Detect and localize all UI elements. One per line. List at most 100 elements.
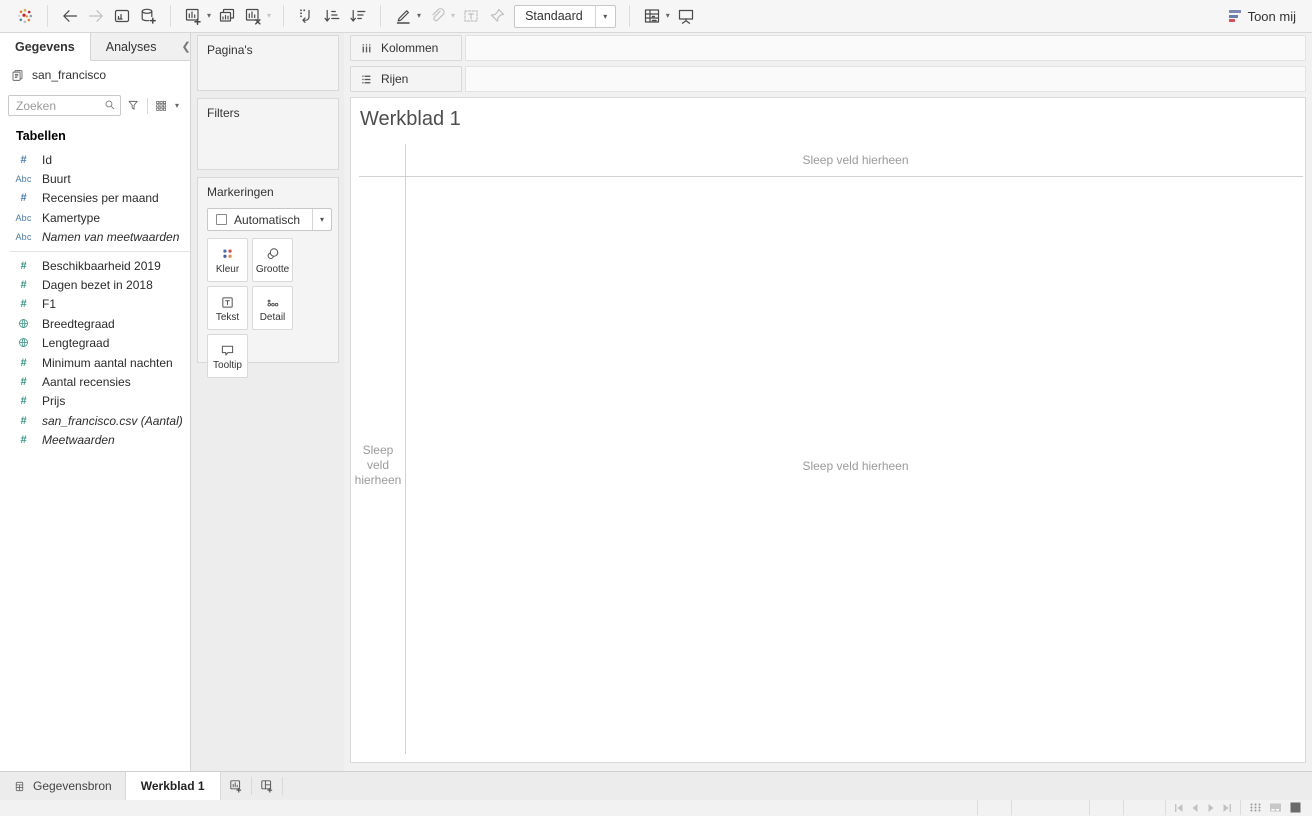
show-me-panel-button[interactable]	[639, 3, 665, 29]
marks-grootte-button[interactable]: Grootte	[252, 238, 293, 282]
filters-label: Filters	[207, 106, 240, 120]
columns-label-text: Kolommen	[381, 41, 439, 55]
group-members-caret-icon[interactable]: ▾	[451, 12, 455, 20]
clear-sheet-button[interactable]	[240, 3, 266, 29]
show-mark-labels-button[interactable]	[458, 3, 484, 29]
field-label: Minimum aantal nachten	[42, 355, 173, 370]
pages-label: Pagina's	[207, 43, 253, 57]
last-page-button[interactable]	[1222, 803, 1232, 813]
clear-sheet-caret-icon[interactable]: ▾	[267, 12, 271, 20]
field-label: Meetwaarden	[42, 433, 115, 448]
text-field-icon: Abc	[15, 174, 32, 185]
mark-type-caret-icon[interactable]: ▾	[312, 209, 331, 230]
duplicate-sheet-button[interactable]	[214, 3, 240, 29]
field-minimum-aantal-nachten[interactable]: # Minimum aantal nachten	[0, 353, 190, 372]
highlight-button[interactable]	[390, 3, 416, 29]
tab-analyses[interactable]: Analyses	[91, 33, 172, 60]
rows-shelf-dropzone[interactable]	[465, 66, 1306, 92]
search-row: ▾	[8, 95, 182, 116]
field-lengtegraad[interactable]: Lengtegraad	[0, 334, 190, 353]
tekst-icon	[219, 294, 236, 311]
new-worksheet-tab-button[interactable]	[221, 772, 251, 800]
columns-shelf[interactable]: Kolommen	[350, 35, 1306, 61]
kleur-icon	[219, 246, 236, 263]
new-dashboard-tab-button[interactable]	[252, 772, 282, 800]
view-options-caret-icon[interactable]: ▾	[175, 101, 179, 110]
sort-descending-button[interactable]	[345, 3, 371, 29]
sort-ascending-button[interactable]	[319, 3, 345, 29]
field-san-francisco-csv-aantal[interactable]: # san_francisco.csv (Aantal)	[0, 411, 190, 430]
field-buurt[interactable]: Abc Buurt	[0, 169, 190, 188]
show-me-bars-icon	[1228, 10, 1241, 22]
swap-icon	[296, 6, 316, 26]
fit-dropdown[interactable]: Standaard ▾	[514, 4, 616, 28]
previous-page-button[interactable]	[1190, 803, 1200, 813]
rows-shelf[interactable]: Rijen	[350, 66, 1306, 92]
mark-type-shape-icon	[216, 214, 227, 225]
field-label: Buurt	[42, 172, 71, 187]
fix-axes-button[interactable]	[484, 3, 510, 29]
mark-type-value: Automatisch	[234, 212, 301, 227]
marks-tekst-button[interactable]: Tekst	[207, 286, 248, 330]
field-prijs[interactable]: # Prijs	[0, 392, 190, 411]
tab-gegevens[interactable]: Gegevens	[0, 33, 91, 61]
pages-shelf[interactable]: Pagina's	[197, 35, 339, 91]
rows-dropzone-hint[interactable]: Sleep veld hierheen	[351, 177, 405, 754]
tableau-logo-button[interactable]	[12, 3, 38, 29]
fit-dropdown-caret-icon[interactable]: ▾	[594, 5, 615, 27]
view-options-button[interactable]	[154, 98, 169, 113]
arrow-left-icon	[60, 6, 80, 26]
undo-button[interactable]	[57, 3, 83, 29]
field-label: Namen van meetwaarden	[42, 230, 180, 245]
field-dagen-bezet-in-2018[interactable]: # Dagen bezet in 2018	[0, 275, 190, 294]
marks-tooltip-button[interactable]: Tooltip	[207, 334, 248, 378]
field-beschikbaarheid-2019[interactable]: # Beschikbaarheid 2019	[0, 256, 190, 275]
filmstrip-view-button[interactable]	[1269, 801, 1282, 814]
first-page-button[interactable]	[1174, 803, 1184, 813]
toolbar-group: ▾ ▾	[180, 3, 274, 29]
highlight-caret-icon[interactable]: ▾	[417, 12, 421, 20]
columns-dropzone-hint[interactable]: Sleep veld hierheen	[406, 144, 1305, 176]
sheet-tab-werkblad-1[interactable]: Werkblad 1	[124, 772, 221, 800]
datasource-item[interactable]: san_francisco	[0, 61, 190, 89]
swap-rows-columns-button[interactable]	[293, 3, 319, 29]
field-namen-van-meetwaarden[interactable]: Abc Namen van meetwaarden	[0, 228, 190, 247]
marks-kleur-button[interactable]: Kleur	[207, 238, 248, 282]
field-recensies-per-maand[interactable]: # Recensies per maand	[0, 189, 190, 208]
next-page-button[interactable]	[1206, 803, 1216, 813]
field-kamertype[interactable]: Abc Kamertype	[0, 208, 190, 227]
filter-fields-button[interactable]	[126, 98, 141, 113]
redo-button[interactable]	[83, 3, 109, 29]
view-mode-switcher	[1240, 800, 1312, 815]
filters-shelf[interactable]: Filters	[197, 98, 339, 170]
show-me-toggle-button[interactable]: Toon mij	[1225, 9, 1300, 24]
marks-detail-button[interactable]: Detail	[252, 286, 293, 330]
center-dropzone-hint[interactable]: Sleep veld hierheen	[406, 177, 1305, 754]
presentation-mode-button[interactable]	[673, 3, 699, 29]
mark-type-dropdown[interactable]: Automatisch ▾	[207, 208, 332, 231]
field-label: san_francisco.csv (Aantal)	[42, 413, 183, 428]
new-worksheet-button[interactable]	[180, 3, 206, 29]
field-aantal-recensies[interactable]: # Aantal recensies	[0, 372, 190, 391]
sheet-title[interactable]: Werkblad 1	[360, 108, 461, 131]
toolbar-separator	[380, 5, 382, 27]
show-me-label: Toon mij	[1247, 8, 1296, 24]
field-label: Aantal recensies	[42, 374, 131, 389]
dimensions-measures-divider	[10, 250, 190, 252]
mark-button-label: Kleur	[215, 263, 240, 275]
new-worksheet-caret-icon[interactable]: ▾	[207, 12, 211, 20]
datasource-tab[interactable]: Gegevensbron	[0, 772, 125, 800]
grid-view-button[interactable]	[1249, 801, 1262, 814]
columns-shelf-dropzone[interactable]	[465, 35, 1306, 61]
field-breedtegraad[interactable]: Breedtegraad	[0, 314, 190, 333]
number-icon: #	[20, 395, 27, 408]
field-id[interactable]: # Id	[0, 150, 190, 169]
add-data-button[interactable]	[135, 3, 161, 29]
field-meetwaarden[interactable]: # Meetwaarden	[0, 430, 190, 449]
group-members-button[interactable]	[424, 3, 450, 29]
worksheet-canvas[interactable]: Werkblad 1 Sleep veld hierheen Sleep vel…	[350, 97, 1306, 763]
full-view-button[interactable]	[1289, 801, 1302, 814]
show-me-panel-caret-icon[interactable]: ▾	[666, 12, 670, 20]
save-button[interactable]	[109, 3, 135, 29]
field-f1[interactable]: # F1	[0, 295, 190, 314]
